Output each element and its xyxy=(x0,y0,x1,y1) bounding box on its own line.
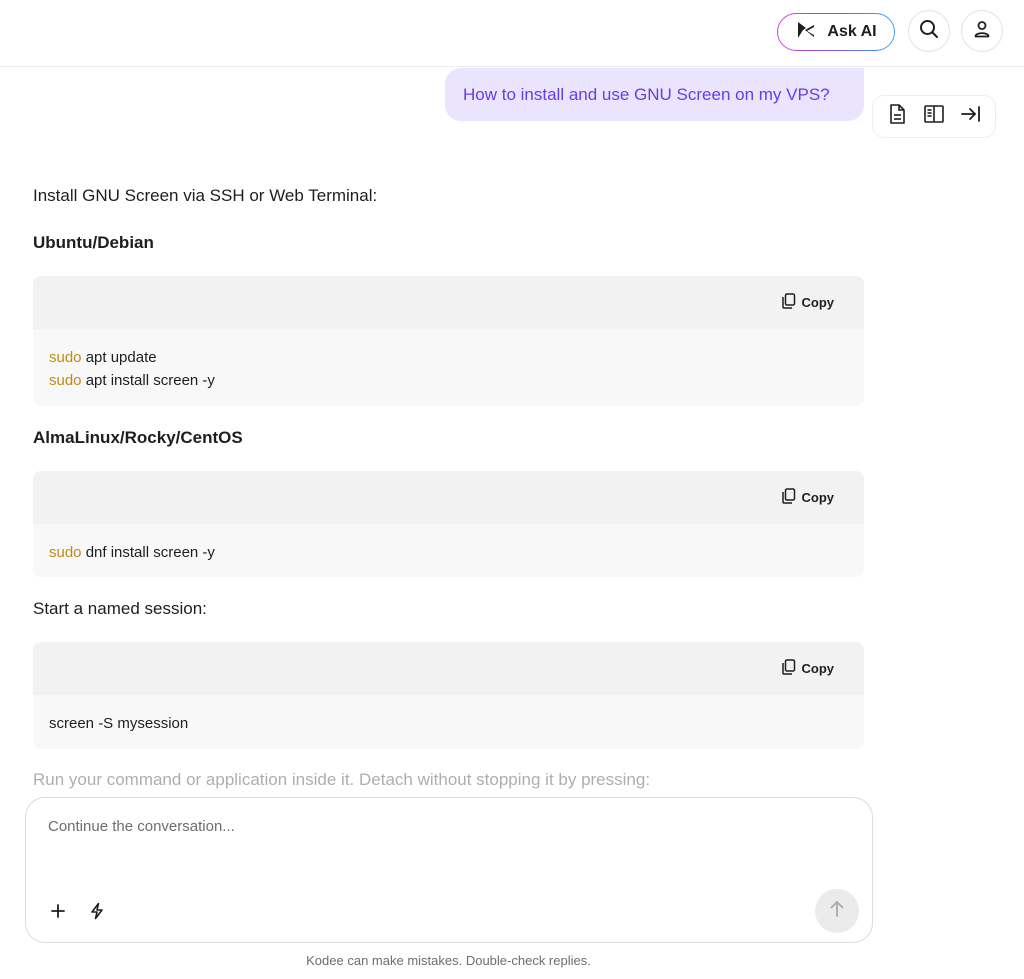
copy-button[interactable]: Copy xyxy=(781,488,835,507)
code-block-header: Copy xyxy=(33,471,864,524)
sparkle-icon xyxy=(795,19,817,46)
code-block-ubuntu: Copy sudo apt update sudo apt install sc… xyxy=(33,276,864,406)
panel-tools xyxy=(872,95,996,138)
code-content: sudo apt update sudo apt install screen … xyxy=(33,329,864,392)
message-composer xyxy=(25,797,873,943)
ask-ai-label: Ask AI xyxy=(827,23,877,40)
arrow-right-bar-icon xyxy=(960,104,982,129)
copy-button[interactable]: Copy xyxy=(781,293,835,312)
search-icon xyxy=(919,19,939,44)
document-button[interactable] xyxy=(881,101,913,133)
copy-button[interactable]: Copy xyxy=(781,659,835,678)
copy-icon xyxy=(781,293,796,312)
arrow-up-icon xyxy=(829,900,845,923)
plus-icon xyxy=(50,903,66,924)
code-block-header: Copy xyxy=(33,276,864,329)
ask-ai-button[interactable]: Ask AI xyxy=(777,13,895,51)
reply-intro: Install GNU Screen via SSH or Web Termin… xyxy=(33,186,378,205)
code-block-header: Copy xyxy=(33,642,864,695)
code-line: sudo dnf install screen -y xyxy=(49,541,848,564)
message-input[interactable] xyxy=(48,818,828,835)
top-header: Ask AI xyxy=(0,0,1024,67)
document-icon xyxy=(887,103,907,130)
lightning-icon xyxy=(89,902,105,925)
code-line: screen -S mysession xyxy=(49,715,189,732)
section-heading-alma: AlmaLinux/Rocky/CentOS xyxy=(33,428,243,447)
disclaimer-text: Kodee can make mistakes. Double-check re… xyxy=(306,953,591,968)
book-open-icon xyxy=(923,104,945,129)
code-line: sudo apt install screen -y xyxy=(49,369,848,392)
start-session-label: Start a named session: xyxy=(33,599,207,618)
code-keyword: sudo xyxy=(49,544,82,561)
collapse-panel-button[interactable] xyxy=(955,101,987,133)
quick-actions-button[interactable] xyxy=(86,902,108,924)
copy-label: Copy xyxy=(801,661,835,676)
code-line: sudo apt update xyxy=(49,346,848,369)
user-message-text: How to install and use GNU Screen on my … xyxy=(463,84,830,104)
user-message-bubble: How to install and use GNU Screen on my … xyxy=(445,68,864,121)
code-text: apt install screen -y xyxy=(81,372,215,389)
code-text: apt update xyxy=(81,349,157,366)
faded-reply-text: Run your command or application inside i… xyxy=(33,770,651,789)
code-keyword: sudo xyxy=(49,372,82,389)
send-button[interactable] xyxy=(815,889,859,933)
account-button[interactable] xyxy=(961,10,1003,52)
add-attachment-button[interactable] xyxy=(47,902,69,924)
section-heading-ubuntu: Ubuntu/Debian xyxy=(33,233,154,252)
copy-icon xyxy=(781,488,796,507)
code-text: dnf install screen -y xyxy=(81,544,215,561)
copy-label: Copy xyxy=(801,490,835,505)
code-block-session: Copy screen -S mysession xyxy=(33,642,864,749)
code-block-alma: Copy sudo dnf install screen -y xyxy=(33,471,864,577)
copy-icon xyxy=(781,659,796,678)
code-keyword: sudo xyxy=(49,349,82,366)
code-content: screen -S mysession xyxy=(33,695,864,735)
code-content: sudo dnf install screen -y xyxy=(33,524,864,564)
split-view-button[interactable] xyxy=(918,101,950,133)
search-button[interactable] xyxy=(908,10,950,52)
copy-label: Copy xyxy=(801,295,835,310)
user-icon xyxy=(972,19,992,44)
